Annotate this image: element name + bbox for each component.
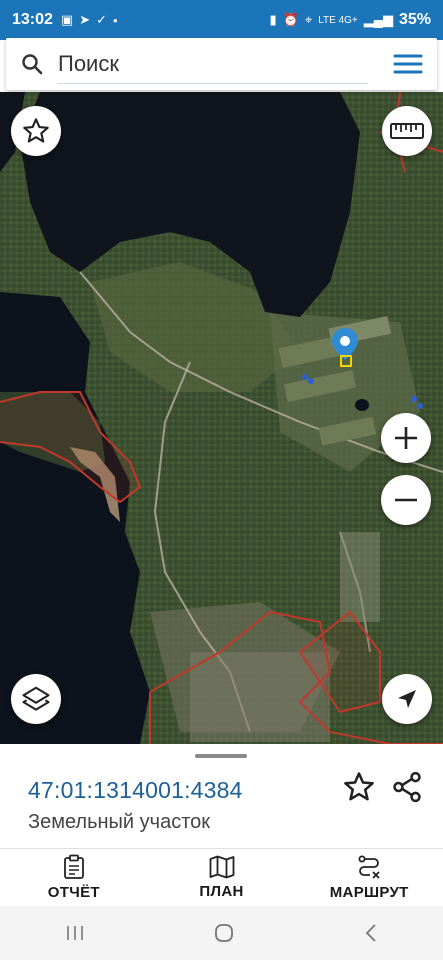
map-view[interactable] [0,92,443,744]
network-type: LTE 4G+ [318,14,358,26]
search-input[interactable] [58,44,368,84]
minus-icon [395,498,417,502]
search-bar [6,38,437,90]
layers-button[interactable] [11,674,61,724]
favorite-button[interactable] [342,770,376,804]
location-icon: ⌖ [304,12,313,27]
search-icon[interactable] [6,38,58,90]
parcel-type: Земельный участок [28,811,211,833]
back-icon[interactable] [361,922,381,944]
star-icon [23,118,49,143]
zoom-in-button[interactable] [381,413,431,463]
plan-tab-label: ПЛАН [199,883,244,900]
notification-icons: ▣ ➤ ✓ • [61,12,118,28]
drag-handle[interactable] [195,754,247,758]
location-marker-icon[interactable] [332,328,358,368]
ruler-measure-button[interactable] [382,106,432,156]
zoom-out-button[interactable] [381,475,431,525]
route-icon [358,855,380,879]
dot-icon: • [113,12,118,28]
share-icon [393,771,421,803]
bottom-navigation: ОТЧЁТ ПЛАН МАРШРУТ [0,848,443,906]
home-icon[interactable] [212,921,236,945]
route-tab[interactable]: МАРШРУТ [295,849,443,906]
plus-icon [395,427,417,449]
cadastral-number[interactable]: 47:01:1314001:4384 [28,777,243,804]
map-icon [209,855,234,879]
report-tab-label: ОТЧЁТ [47,884,100,901]
plan-tab[interactable]: ПЛАН [148,849,296,906]
layers-icon [22,686,50,711]
status-bar: 13:02 ▣ ➤ ✓ • ▮ ⏰ ⌖ LTE 4G+ ▂▄▆ 35% [0,0,443,40]
report-tab[interactable]: ОТЧЁТ [0,849,148,906]
bookmark-star-button[interactable] [11,106,61,156]
star-outline-icon [344,772,374,801]
status-time: 13:02 [12,11,53,28]
alarm-icon: ⏰ [282,12,299,27]
check-icon: ✓ [96,12,108,27]
satellite-map [0,92,443,744]
telegram-icon: ➤ [79,12,91,27]
battery-saver-icon: ▮ [269,12,277,27]
navigation-arrow-icon [398,690,416,708]
system-navigation-bar [0,906,443,960]
ruler-icon [390,123,424,139]
route-tab-label: МАРШРУТ [329,884,409,901]
gallery-icon: ▣ [60,12,74,27]
my-location-button[interactable] [382,674,432,724]
hamburger-menu-icon[interactable] [393,52,423,76]
recent-apps-icon[interactable] [63,923,87,943]
system-icons: ▮ ⏰ ⌖ LTE 4G+ ▂▄▆ 35% [270,11,431,29]
clipboard-icon [63,854,84,879]
signal-icon: ▂▄▆ [363,12,393,27]
share-button[interactable] [390,770,424,804]
battery-level: 35% [398,11,431,28]
